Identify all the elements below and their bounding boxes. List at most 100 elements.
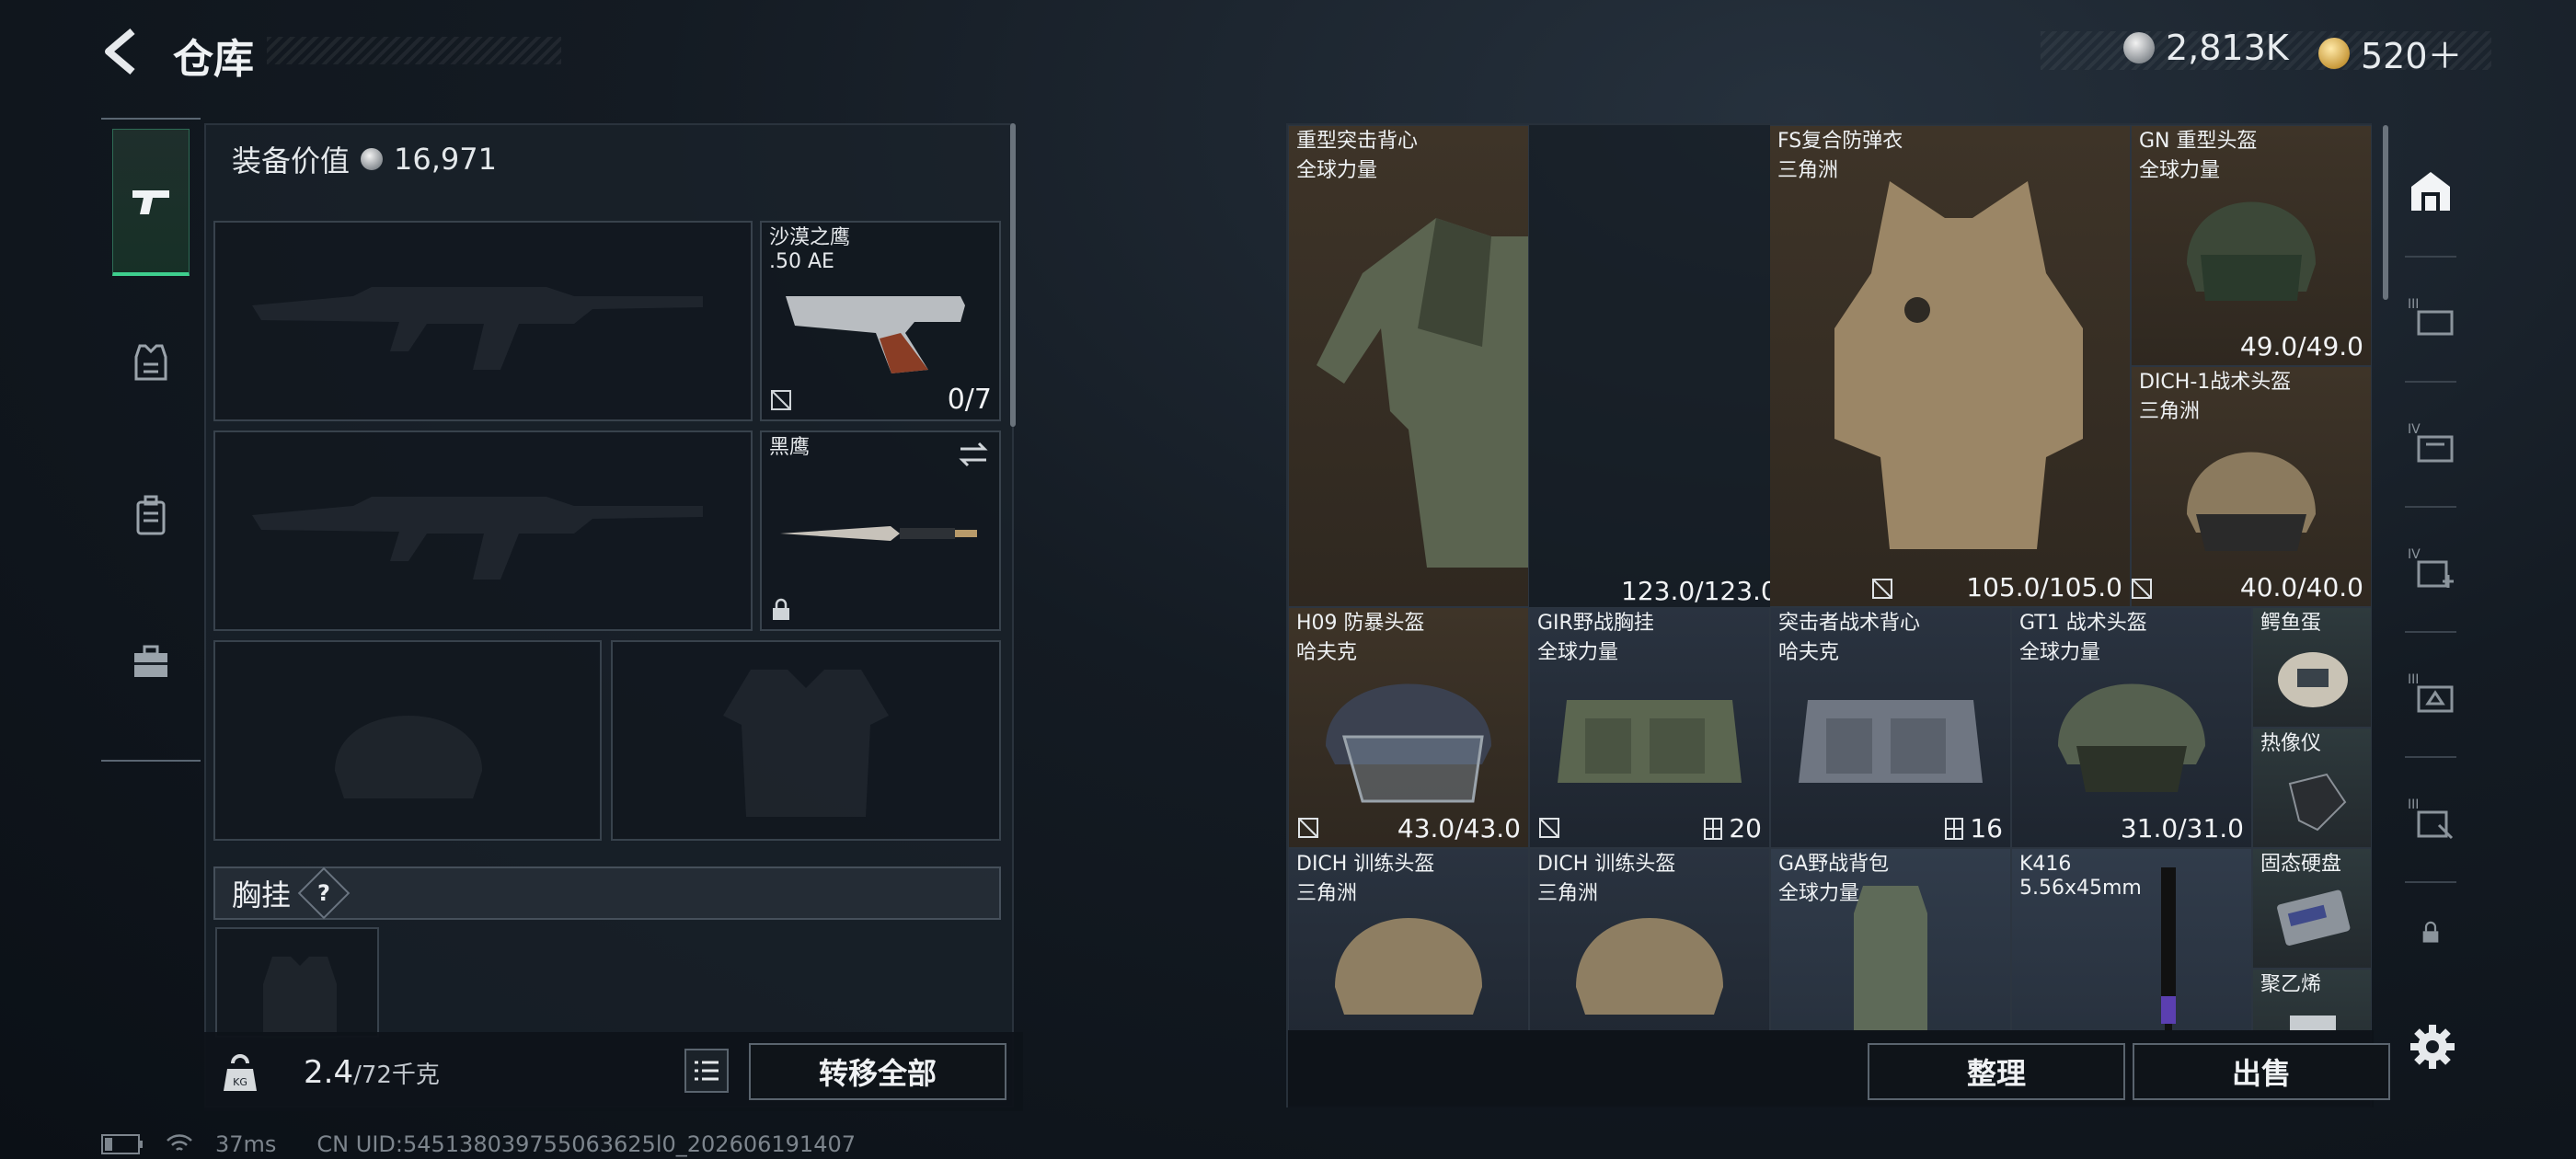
settings-button[interactable] (2407, 1021, 2458, 1073)
back-arrow-icon (105, 28, 135, 75)
ping-value: 37ms (215, 1131, 277, 1157)
weight-readout: 2.4/72千克 (304, 1054, 440, 1091)
item-faction: 全球力量 (1296, 159, 1378, 182)
storage-item[interactable]: GIR野战胸挂 全球力量 20 (1529, 607, 1770, 848)
tab-weapons[interactable] (112, 129, 190, 276)
storage-item[interactable]: DICH-1战术头盔 三角洲 40.0/40.0 (2131, 366, 2372, 607)
rifle-suppressor-icon (2161, 867, 2176, 1030)
sort-button[interactable]: 整理 (1868, 1043, 2125, 1100)
pistol-name: 沙漠之鹰 (769, 226, 851, 249)
storage-category-nav: III IV IV III III (2392, 123, 2469, 1043)
storage-item[interactable]: DICH 训练头盔 三角洲 (1529, 848, 1770, 1030)
backpack-icon (136, 495, 166, 535)
item-name: FS复合防弹衣 (1777, 130, 1903, 153)
rifle-silhouette-icon (252, 497, 703, 580)
storage-item[interactable]: FS复合防弹衣 三角洲 105.0/105.0 (1770, 125, 2131, 607)
rifle-silhouette-icon (252, 287, 703, 370)
weight-current: 2.4 (304, 1054, 354, 1091)
list-view-button[interactable] (684, 1049, 729, 1093)
training-helmet-icon (1335, 918, 1482, 1015)
divider (2405, 756, 2456, 758)
storage-item[interactable]: 聚乙烯 (2252, 969, 2372, 1030)
storage-item[interactable]: K416 5.56x45mm (2011, 848, 2252, 1030)
storage-scrollbar[interactable] (2383, 125, 2388, 300)
help-button[interactable]: ? (297, 866, 351, 920)
currency-gold[interactable]: 520＋ (2318, 28, 2463, 78)
desert-eagle-icon (786, 296, 965, 373)
lock-icon (2422, 921, 2439, 943)
divider (2405, 256, 2456, 258)
equipment-value: 装备价值 16,971 (232, 138, 497, 180)
storage-item[interactable]: 固态硬盘 (2252, 848, 2372, 969)
back-button[interactable] (96, 24, 151, 79)
item-durability: 105.0/105.0 (1966, 572, 2122, 602)
storage-item[interactable]: 热像仪 (2252, 728, 2372, 848)
locked-tab[interactable] (2403, 905, 2458, 960)
tools-tier-icon: III (2408, 798, 2454, 840)
item-faction: 5.56x45mm (2019, 877, 2142, 900)
svg-text:III: III (2408, 297, 2419, 312)
tab-storage-tier-4-medical[interactable]: IV (2403, 539, 2458, 594)
tab-storage-tier-3-case[interactable]: III (2403, 664, 2458, 719)
weight-icon: KG (217, 1045, 263, 1100)
divider (2405, 506, 2456, 508)
storage-item[interactable]: H09 防暴头盔 哈夫克 43.0/43.0 (1288, 607, 1529, 848)
crocodile-egg-icon (2278, 652, 2348, 707)
pistol-ammo-count: 0/7 (947, 384, 992, 416)
svg-text:IV: IV (2408, 422, 2421, 437)
item-name: 突击者战术背心 (1778, 612, 1921, 635)
title-decoration (267, 37, 561, 64)
item-capacity: 20 (1703, 813, 1762, 843)
battery-icon (101, 1134, 143, 1154)
currency-gold-amount: 520＋ (2361, 36, 2463, 76)
transfer-all-button[interactable]: 转移全部 (749, 1043, 1006, 1100)
composite-armor-icon (1834, 181, 2083, 549)
storage-item[interactable]: 重型突击背心 全球力量 (1288, 125, 1529, 607)
storage-item[interactable]: 突击者战术背心 哈夫克 16 (1770, 607, 2011, 848)
storage-item[interactable]: GN 重型头盔 全球力量 49.0/49.0 (2131, 125, 2372, 366)
armor-vest-icon (134, 344, 167, 381)
chest-rig-slot[interactable] (215, 927, 379, 1039)
tactical-helmet-icon (2187, 452, 2316, 551)
secondary-weapon-slot[interactable]: 沙漠之鹰 .50 AE 0/7 (760, 221, 1001, 421)
chest-rig-silhouette-icon (263, 957, 337, 1039)
item-name: GIR野战胸挂 (1537, 612, 1654, 635)
tab-armor[interactable] (112, 289, 190, 436)
grid-capacity-icon (1704, 817, 1723, 840)
chest-rig-icon (1558, 700, 1742, 783)
storage-grid: 重型突击背心 全球力量 123.0/123.0 FS复合防弹衣 三角洲 105.… (1288, 125, 2374, 1030)
list-icon (695, 1061, 719, 1081)
tab-storage-tier-4-vest[interactable]: IV (2403, 414, 2458, 469)
primary-weapon-slot-1[interactable] (213, 221, 753, 421)
storage-item[interactable]: GT1 战术头盔 全球力量 31.0/31.0 (2011, 607, 2252, 848)
item-durability: 31.0/31.0 (2120, 813, 2244, 843)
training-helmet-icon (1576, 918, 1723, 1015)
currency-silver[interactable]: 2,813K (2123, 28, 2289, 68)
chest-rig-label: 胸挂 (232, 878, 292, 912)
weight-max: /72千克 (353, 1061, 440, 1089)
storage-item[interactable]: DICH 训练头盔 三角洲 (1288, 848, 1529, 1030)
swap-arrows-icon[interactable] (957, 440, 990, 469)
primary-weapon-slot-2[interactable] (213, 430, 753, 631)
tab-case[interactable] (112, 589, 190, 736)
tab-storage-tier-3-armor[interactable]: III (2403, 289, 2458, 344)
body-armor-slot[interactable] (611, 640, 1001, 841)
tab-storage-tier-3-tools[interactable]: III (2403, 789, 2458, 844)
grid-capacity-icon (1945, 817, 1964, 840)
svg-text:III: III (2408, 798, 2419, 812)
status-bar: 37ms CN UID:545138039755063625l0_2026061… (101, 1131, 856, 1157)
tab-storage-all[interactable] (2403, 164, 2458, 219)
item-faction: 全球力量 (1537, 641, 1619, 664)
item-name: K416 (2019, 853, 2072, 876)
knife-icon (780, 526, 977, 541)
briefcase-icon (134, 645, 167, 677)
tab-backpack[interactable] (112, 442, 190, 589)
helmet-slot[interactable] (213, 640, 602, 841)
storage-item[interactable]: GA野战背包 全球力量 (1770, 848, 2011, 1030)
loadout-scrollbar[interactable] (1010, 123, 1016, 427)
item-name: DICH 训练头盔 (1296, 853, 1435, 876)
melee-slot[interactable]: 黑鹰 (760, 430, 1001, 631)
gold-coin-icon (2318, 37, 2350, 69)
sell-button[interactable]: 出售 (2133, 1043, 2390, 1100)
storage-item[interactable]: 鳄鱼蛋 (2252, 607, 2372, 728)
